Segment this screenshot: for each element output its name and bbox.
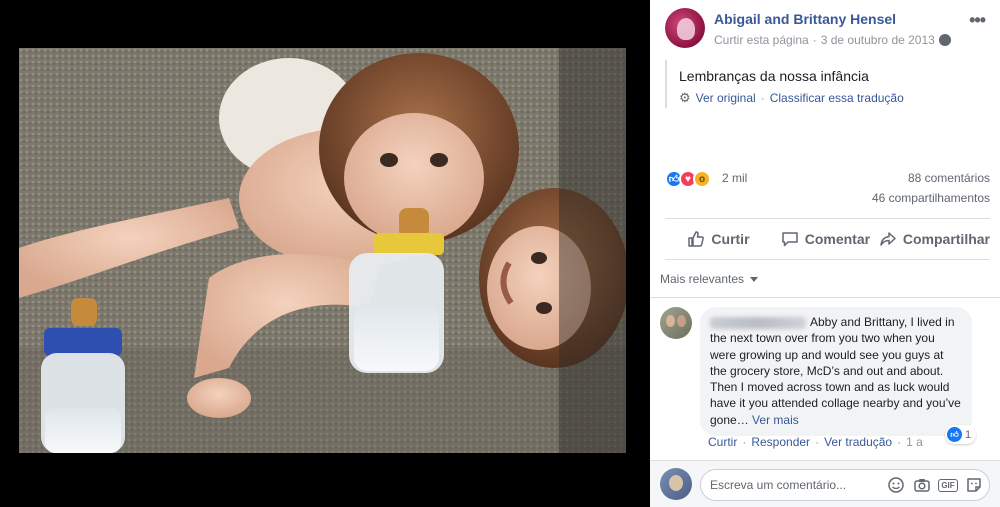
- gear-icon[interactable]: ⚙: [679, 90, 691, 106]
- comment-text: Abby and Brittany, I lived in the next t…: [710, 315, 961, 427]
- comment-action-separator: ·: [897, 435, 902, 449]
- commenter-avatar[interactable]: [660, 307, 692, 339]
- post-date-link[interactable]: 3 de outubro de 2013: [821, 33, 935, 47]
- comment-reaction-count: 1: [965, 428, 972, 441]
- see-original-link[interactable]: Ver original: [696, 91, 756, 105]
- reaction-icons[interactable]: 👍︎ ♥ o: [665, 170, 711, 188]
- comment-reaction-badge[interactable]: 👍︎ 1: [945, 425, 977, 444]
- comment-sort-dropdown[interactable]: Mais relevantes: [660, 272, 759, 286]
- like-reaction-icon: 👍︎: [947, 427, 962, 442]
- divider: [650, 297, 1000, 298]
- reaction-count[interactable]: 2 mil: [722, 171, 747, 185]
- wow-reaction-icon: o: [693, 170, 711, 188]
- globe-icon: [938, 34, 951, 46]
- comment-button[interactable]: Comentar: [772, 219, 879, 259]
- page-name-link[interactable]: Abigail and Brittany Hensel: [714, 11, 896, 27]
- thumbs-up-icon: [688, 231, 705, 247]
- comment-like-link[interactable]: Curtir: [708, 435, 737, 449]
- comments-count-link[interactable]: 88 comentários: [908, 171, 990, 185]
- like-page-link[interactable]: Curtir esta página: [714, 33, 809, 47]
- comment-bubble-icon: [781, 232, 798, 247]
- camera-icon[interactable]: [913, 476, 931, 494]
- comment-bubble: Abby and Brittany, I lived in the next t…: [700, 307, 972, 437]
- comment-composer: GIF: [650, 460, 1000, 507]
- camera-glyph: [914, 479, 930, 492]
- comment-timestamp[interactable]: 1 a: [906, 435, 923, 449]
- meta-separator: ·: [812, 33, 817, 47]
- post-text-block: Lembranças da nossa infância ⚙ Ver origi…: [665, 60, 985, 108]
- commenter-name-blurred[interactable]: [710, 316, 806, 329]
- share-arrow-icon: [880, 232, 896, 246]
- translation-row: ⚙ Ver original · Classificar essa traduç…: [679, 90, 904, 106]
- caret-down-icon: [750, 276, 759, 282]
- more-options-icon[interactable]: •••: [969, 10, 986, 31]
- comment-label: Comentar: [804, 231, 871, 247]
- rate-translation-link[interactable]: Classificar essa tradução: [770, 91, 904, 105]
- post-header: Abigail and Brittany Hensel Curtir esta …: [665, 8, 990, 50]
- gif-glyph: GIF: [938, 478, 958, 492]
- sticker-glyph: [967, 478, 981, 492]
- share-label: Compartilhar: [902, 231, 990, 247]
- comment-input-wrapper: GIF: [700, 469, 990, 501]
- user-avatar: [660, 468, 692, 500]
- gif-icon[interactable]: GIF: [938, 476, 958, 494]
- post-action-bar: Curtir Comentar Compartilhar: [665, 218, 990, 260]
- smiley-icon: [888, 477, 904, 493]
- post-side-panel: Abigail and Brittany Hensel Curtir esta …: [650, 0, 1000, 507]
- post-photo[interactable]: [19, 48, 626, 453]
- like-label: Curtir: [711, 231, 750, 247]
- comment-reply-link[interactable]: Responder: [751, 435, 810, 449]
- photo-viewer: [0, 0, 650, 507]
- post-meta: Curtir esta página · 3 de outubro de 201…: [714, 33, 951, 47]
- reactions-summary: 👍︎ ♥ o 2 mil 88 comentários 46 compartil…: [665, 168, 990, 208]
- emoji-icon[interactable]: [887, 476, 905, 494]
- translation-separator: ·: [760, 91, 765, 105]
- sort-label: Mais relevantes: [660, 272, 745, 286]
- page-avatar[interactable]: [665, 8, 705, 48]
- comment-action-separator: ·: [742, 435, 747, 449]
- share-button[interactable]: Compartilhar: [879, 219, 990, 259]
- sticker-icon[interactable]: [965, 476, 983, 494]
- see-more-link[interactable]: Ver mais: [752, 413, 799, 427]
- post-message: Lembranças da nossa infância: [679, 68, 869, 84]
- shares-count-link[interactable]: 46 compartilhamentos: [872, 191, 990, 205]
- comment-action-separator: ·: [815, 435, 820, 449]
- comment-actions: Curtir · Responder · Ver tradução · 1 a: [708, 435, 923, 449]
- like-button[interactable]: Curtir: [665, 219, 772, 259]
- composer-tools: GIF: [887, 476, 983, 494]
- comment-input[interactable]: [710, 476, 870, 494]
- photo-illustration: [19, 48, 626, 453]
- see-translation-link[interactable]: Ver tradução: [824, 435, 892, 449]
